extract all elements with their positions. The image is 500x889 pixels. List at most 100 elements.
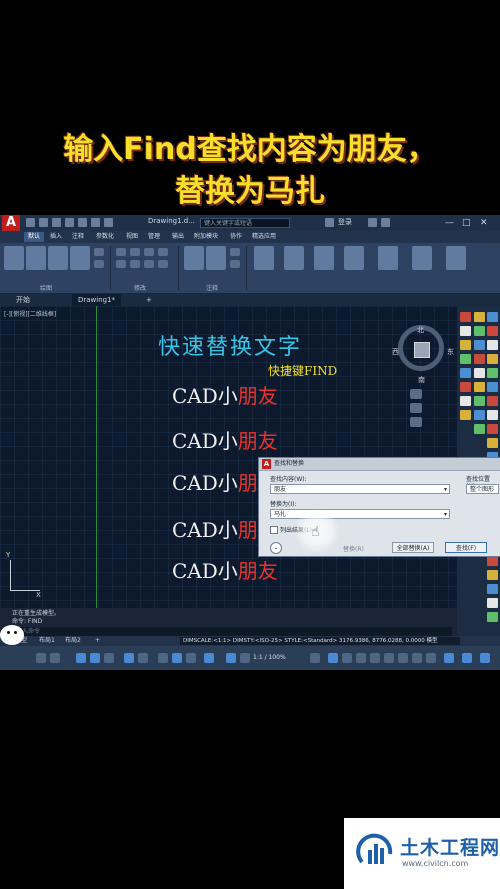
tab-annotate[interactable]: 注释 <box>72 232 84 242</box>
clean-screen-icon[interactable] <box>412 653 422 663</box>
user-icon[interactable] <box>325 218 334 227</box>
toolbar-icon-9[interactable] <box>487 340 498 350</box>
toolbar-icon-8[interactable] <box>474 340 485 350</box>
erase-icon[interactable] <box>158 248 168 256</box>
otrack-icon[interactable] <box>138 653 148 663</box>
navbar-zoom-icon[interactable] <box>410 403 422 413</box>
toolbar-icon-21[interactable] <box>487 396 498 406</box>
navbar-pan-icon[interactable] <box>410 389 422 399</box>
viewcube-face[interactable] <box>414 342 430 358</box>
login-link[interactable]: 登录 <box>338 217 352 227</box>
lineweight-icon[interactable] <box>158 653 168 663</box>
chevron-down-icon[interactable]: ▾ <box>444 485 447 495</box>
toolbar-icon-13[interactable] <box>460 368 471 378</box>
explode-icon[interactable] <box>158 260 168 268</box>
dialog-title-bar[interactable]: A 查找和替换 <box>259 458 500 471</box>
toolbar-icon-14[interactable] <box>474 368 485 378</box>
close-button[interactable]: ✕ <box>480 217 488 229</box>
clipboard-icon[interactable] <box>412 246 432 270</box>
maximize-button[interactable]: □ <box>462 217 471 229</box>
toolbar-icon-33[interactable] <box>487 584 498 594</box>
trim-icon[interactable] <box>144 248 154 256</box>
annotation-scale-icon[interactable] <box>226 653 236 663</box>
tab-layout2[interactable]: 布局2 <box>60 636 86 646</box>
toolbar-icon-5[interactable] <box>474 326 485 336</box>
mirror-icon[interactable] <box>130 260 140 268</box>
toolbar-icon-26[interactable] <box>487 424 498 434</box>
transparency-icon[interactable] <box>172 653 182 663</box>
leader-icon[interactable] <box>230 248 240 256</box>
fillet-icon[interactable] <box>144 260 154 268</box>
lock-icon[interactable] <box>370 653 380 663</box>
more-options-button[interactable]: ⌄ <box>270 542 282 554</box>
toolbar-icon-27[interactable] <box>487 438 498 448</box>
polar-icon[interactable] <box>90 653 100 663</box>
units-icon[interactable] <box>342 653 352 663</box>
hatch-icon[interactable] <box>94 260 104 268</box>
save-as-icon[interactable] <box>65 218 74 227</box>
snap-icon[interactable] <box>50 653 60 663</box>
settings-icon[interactable] <box>480 653 490 663</box>
cad-text-line[interactable]: CAD小朋 <box>172 514 258 543</box>
menu-icon[interactable] <box>462 653 472 663</box>
tab-drawing1[interactable]: Drawing1* <box>72 294 122 306</box>
cad-text-line[interactable]: CAD小朋友 <box>172 425 278 454</box>
workspace-icon[interactable] <box>328 653 338 663</box>
print-icon[interactable] <box>78 218 87 227</box>
fullscreen-icon[interactable] <box>444 653 454 663</box>
block-icon[interactable] <box>284 246 304 270</box>
tab-default[interactable]: 默认 <box>24 232 45 242</box>
replace-button[interactable]: 替换(R) <box>343 544 364 553</box>
toolbar-icon-15[interactable] <box>487 368 498 378</box>
toolbar-icon-24[interactable] <box>487 410 498 420</box>
toolbar-icon-12[interactable] <box>487 354 498 364</box>
toolbar-icon-32[interactable] <box>487 570 498 580</box>
tab-parametric[interactable]: 参数化 <box>96 232 114 242</box>
utilities-icon[interactable] <box>378 246 398 270</box>
view-icon[interactable] <box>446 246 466 270</box>
tab-output[interactable]: 输出 <box>172 232 184 242</box>
arc-tool-icon[interactable] <box>70 246 90 270</box>
tab-featured-apps[interactable]: 精选应用 <box>252 232 276 242</box>
undo-icon[interactable] <box>91 218 100 227</box>
toolbar-icon-20[interactable] <box>474 396 485 406</box>
tab-layout1[interactable]: 布局1 <box>34 636 60 646</box>
chevron-down-icon[interactable]: ▾ <box>444 510 447 520</box>
annotation-visibility-icon[interactable] <box>240 653 250 663</box>
toolbar-icon-1[interactable] <box>460 312 471 322</box>
dimension-tool-icon[interactable] <box>206 246 226 270</box>
find-button[interactable]: 查找(F) <box>445 542 487 553</box>
copy-icon[interactable] <box>116 260 126 268</box>
rectangle-icon[interactable] <box>94 248 104 256</box>
quick-properties-icon[interactable] <box>356 653 366 663</box>
properties-icon[interactable] <box>314 246 334 270</box>
ortho-icon[interactable] <box>76 653 86 663</box>
hardware-acceleration-icon[interactable] <box>398 653 408 663</box>
add-tab-button[interactable]: + <box>140 294 158 306</box>
tab-addins[interactable]: 附加模块 <box>194 232 218 242</box>
toolbar-icon-23[interactable] <box>474 410 485 420</box>
polyline-tool-icon[interactable] <box>26 246 46 270</box>
toolbar-icon-35[interactable] <box>487 612 498 622</box>
toolbar-icon-17[interactable] <box>474 382 485 392</box>
cad-text-line[interactable]: CAD小朋 <box>172 467 258 496</box>
toolbar-icon-2[interactable] <box>474 312 485 322</box>
rotate-icon[interactable] <box>130 248 140 256</box>
circle-tool-icon[interactable] <box>48 246 68 270</box>
redo-icon[interactable] <box>104 218 113 227</box>
new-file-icon[interactable] <box>26 218 35 227</box>
cad-text-line[interactable]: CAD小朋友 <box>172 555 278 584</box>
toolbar-icon-6[interactable] <box>487 326 498 336</box>
tab-view[interactable]: 视图 <box>126 232 138 242</box>
list-results-checkbox[interactable] <box>270 526 278 534</box>
isodraft-icon[interactable] <box>104 653 114 663</box>
where-select[interactable]: 整个图形 <box>466 484 499 494</box>
isolate-icon[interactable] <box>384 653 394 663</box>
table-icon[interactable] <box>230 260 240 268</box>
toolbar-icon-31[interactable] <box>487 556 498 566</box>
toolbar-icon-18[interactable] <box>487 382 498 392</box>
help-icon[interactable] <box>381 218 390 227</box>
scale-readout[interactable]: 1:1 / 100% <box>253 653 286 663</box>
tab-manage[interactable]: 管理 <box>148 232 160 242</box>
text-tool-icon[interactable] <box>184 246 204 270</box>
